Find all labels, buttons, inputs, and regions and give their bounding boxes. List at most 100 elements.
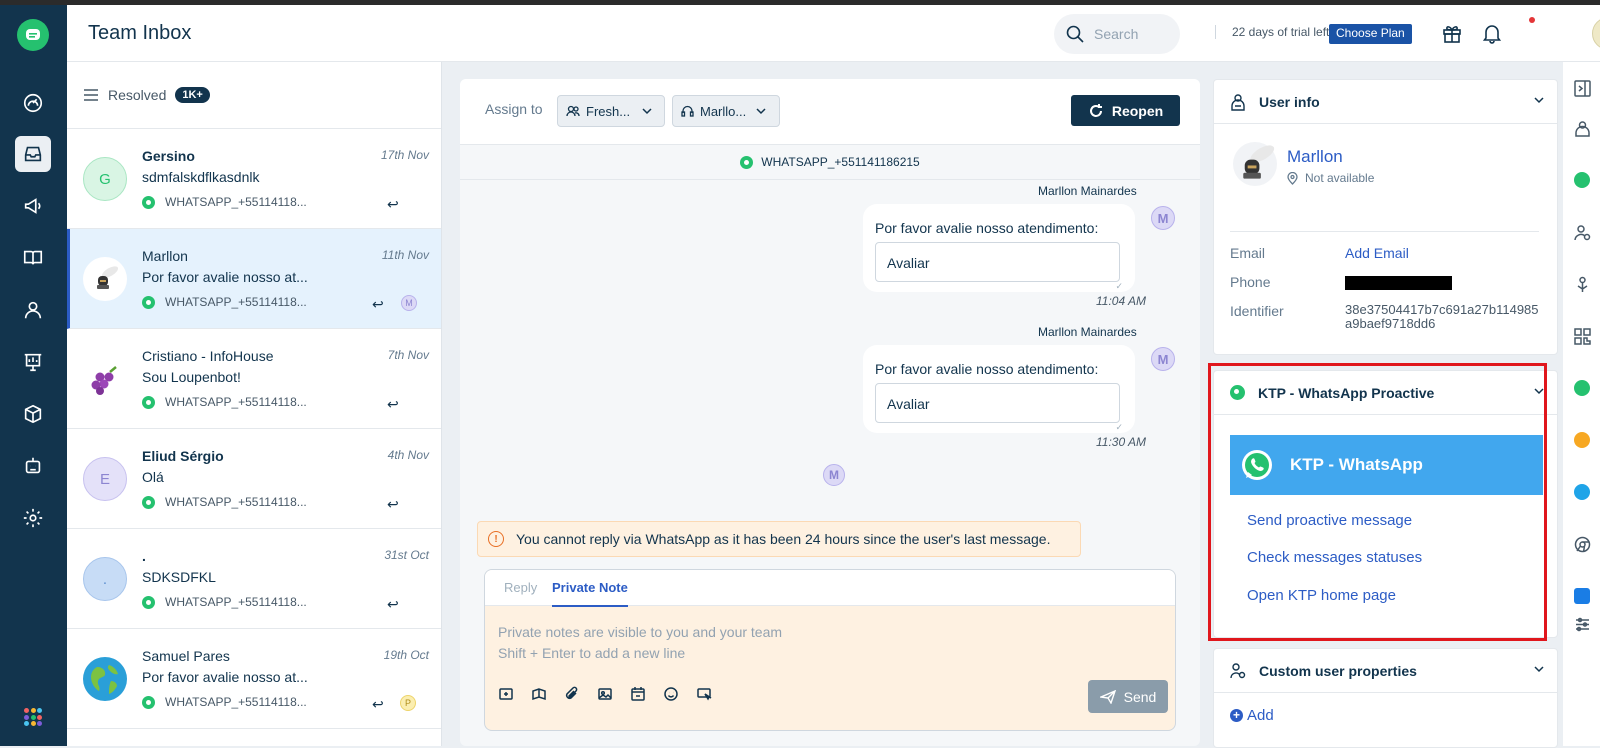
list-filter-header[interactable]: Resolved 1K+ <box>67 62 441 129</box>
screen-share-icon[interactable] <box>695 685 713 703</box>
channel-id: WHATSAPP_+551141186215 <box>761 155 920 169</box>
avatar <box>83 257 127 301</box>
whatsapp-icon <box>142 395 155 409</box>
message-text: Por favor avalie nosso atendimento: <box>875 220 1099 236</box>
inbox-nav-icon[interactable] <box>15 136 51 172</box>
message-text: Por favor avalie nosso atendimento: <box>875 361 1099 377</box>
reopen-button[interactable]: Reopen <box>1071 95 1180 126</box>
contacts-nav-icon[interactable] <box>15 292 51 328</box>
reopen-label: Reopen <box>1111 102 1164 119</box>
contact-name[interactable]: Marllon <box>1287 147 1343 167</box>
channel-name: WHATSAPP_+55114118... <box>165 595 307 609</box>
conversation-item[interactable]: . . 31st Oct SDKSDFKL WHATSAPP_+55114118… <box>67 529 441 629</box>
conversation-date: 4th Nov <box>387 448 429 462</box>
calendar-icon[interactable] <box>629 685 647 703</box>
faq-book-icon[interactable] <box>530 685 548 703</box>
phone-value-redacted <box>1345 276 1452 290</box>
avatar <box>83 657 127 701</box>
contact-name: Cristiano - InfoHouse <box>142 348 274 364</box>
placeholder-line-1: Private notes are visible to you and you… <box>498 624 783 640</box>
headset-app-icon[interactable] <box>1572 378 1592 398</box>
add-email-link[interactable]: Add Email <box>1345 245 1409 261</box>
conversation-history-icon[interactable] <box>1572 274 1592 294</box>
canned-response-icon[interactable] <box>497 685 515 703</box>
collapse-panel-icon[interactable] <box>1572 78 1592 98</box>
trial-text: 22 days of trial left <box>1215 25 1329 39</box>
attachment-icon[interactable] <box>563 685 581 703</box>
reply-arrow-icon: ↩ <box>387 396 399 412</box>
message-sender: Marllon Mainardes <box>1038 325 1137 339</box>
evaluate-button[interactable]: Avaliar <box>875 242 1120 282</box>
emoji-icon[interactable] <box>662 685 680 703</box>
identifier-value: 38e37504417b7c691a27b114985a9baef9718dd6 <box>1345 302 1539 331</box>
avatar <box>83 357 127 401</box>
add-label: Add <box>1247 707 1274 724</box>
chevron-down-icon <box>756 108 766 115</box>
group-select[interactable]: Fresh... <box>557 95 665 127</box>
agent-avatar: M <box>1151 347 1175 371</box>
user-avatar[interactable]: S <box>1592 17 1600 50</box>
whatsapp-icon <box>142 595 155 609</box>
add-property-button[interactable]: + Add <box>1230 707 1274 724</box>
orange-app-icon[interactable] <box>1572 430 1592 450</box>
dashboard-nav-icon[interactable] <box>15 85 51 121</box>
avatar: . <box>83 557 127 601</box>
custom-properties-rail-icon[interactable] <box>1572 222 1592 242</box>
send-button[interactable]: Send <box>1088 680 1168 713</box>
filter-label: Resolved <box>108 87 167 103</box>
gift-icon[interactable] <box>1441 22 1463 44</box>
headset-icon <box>681 105 694 117</box>
top-bar: Team Inbox Search 22 days of trial left … <box>67 5 1600 62</box>
reports-nav-icon[interactable] <box>15 344 51 380</box>
location-pin-icon <box>1287 171 1298 185</box>
evaluate-button[interactable]: Avaliar <box>875 383 1120 423</box>
lightning-app-icon[interactable] <box>1572 482 1592 502</box>
user-info-header[interactable]: User info <box>1214 80 1557 124</box>
message-time: 11:04 AM <box>1096 294 1147 308</box>
reopen-icon <box>1089 103 1102 117</box>
whatsapp-icon <box>142 495 155 509</box>
campaigns-nav-icon[interactable] <box>15 188 51 224</box>
search-input[interactable]: Search <box>1054 14 1180 54</box>
user-info-rail-icon[interactable] <box>1572 118 1592 138</box>
bot-nav-icon[interactable] <box>15 448 51 484</box>
settings-nav-icon[interactable] <box>15 500 51 536</box>
custom-properties-header[interactable]: Custom user properties <box>1214 649 1557 693</box>
contact-name: . <box>142 548 146 564</box>
note-input[interactable]: Private notes are visible to you and you… <box>498 622 782 664</box>
channel-name: WHATSAPP_+55114118... <box>165 295 307 309</box>
agent-select[interactable]: Marllo... <box>672 95 780 127</box>
integrations-nav-icon[interactable] <box>15 396 51 432</box>
contact-name: Gersino <box>142 148 195 164</box>
menu-icon[interactable] <box>83 88 99 102</box>
channel-name: WHATSAPP_+55114118... <box>165 195 307 209</box>
conversation-item[interactable]: E Eliud Sérgio 4th Nov Olá WHATSAPP_+551… <box>67 429 441 529</box>
last-message: sdmfalskdflkasdnlk <box>142 169 260 185</box>
tab-private-note[interactable]: Private Note <box>552 580 628 607</box>
bell-icon[interactable] <box>1481 22 1503 44</box>
message-bubble: Por favor avalie nosso atendimento: Aval… <box>863 204 1135 292</box>
sliders-icon[interactable] <box>1572 614 1592 634</box>
conversation-item[interactable]: Cristiano - InfoHouse 7th Nov Sou Loupen… <box>67 329 441 429</box>
freshchat-logo[interactable] <box>17 19 49 51</box>
whatsapp-rail-icon[interactable] <box>1572 170 1592 190</box>
qr-code-icon[interactable] <box>1572 326 1592 346</box>
custom-properties-icon <box>1230 662 1246 678</box>
knowledge-base-nav-icon[interactable] <box>15 240 51 276</box>
conversation-item[interactable]: G Gersino 17th Nov sdmfalskdflkasdnlk WH… <box>67 129 441 229</box>
blue-app-icon[interactable] <box>1572 586 1592 606</box>
tab-reply[interactable]: Reply <box>504 580 537 595</box>
image-icon[interactable] <box>596 685 614 703</box>
avatar: G <box>83 157 127 201</box>
editor-tabs: Reply Private Note <box>485 570 1175 607</box>
apps-grid-icon[interactable] <box>24 708 42 726</box>
conversation-date: 17th Nov <box>380 148 429 162</box>
reply-arrow-icon: ↩ <box>387 196 399 212</box>
whatsapp-icon <box>740 155 754 169</box>
conversation-item-selected[interactable]: Marllon 11th Nov Por favor avalie nosso … <box>67 229 441 329</box>
chrome-app-icon[interactable] <box>1572 534 1592 554</box>
conversation-item[interactable]: Samuel Pares 19th Oct Por favor avalie n… <box>67 629 441 729</box>
phone-label: Phone <box>1230 274 1271 290</box>
choose-plan-button[interactable]: Choose Plan <box>1329 24 1412 44</box>
group-value: Fresh... <box>586 103 631 119</box>
